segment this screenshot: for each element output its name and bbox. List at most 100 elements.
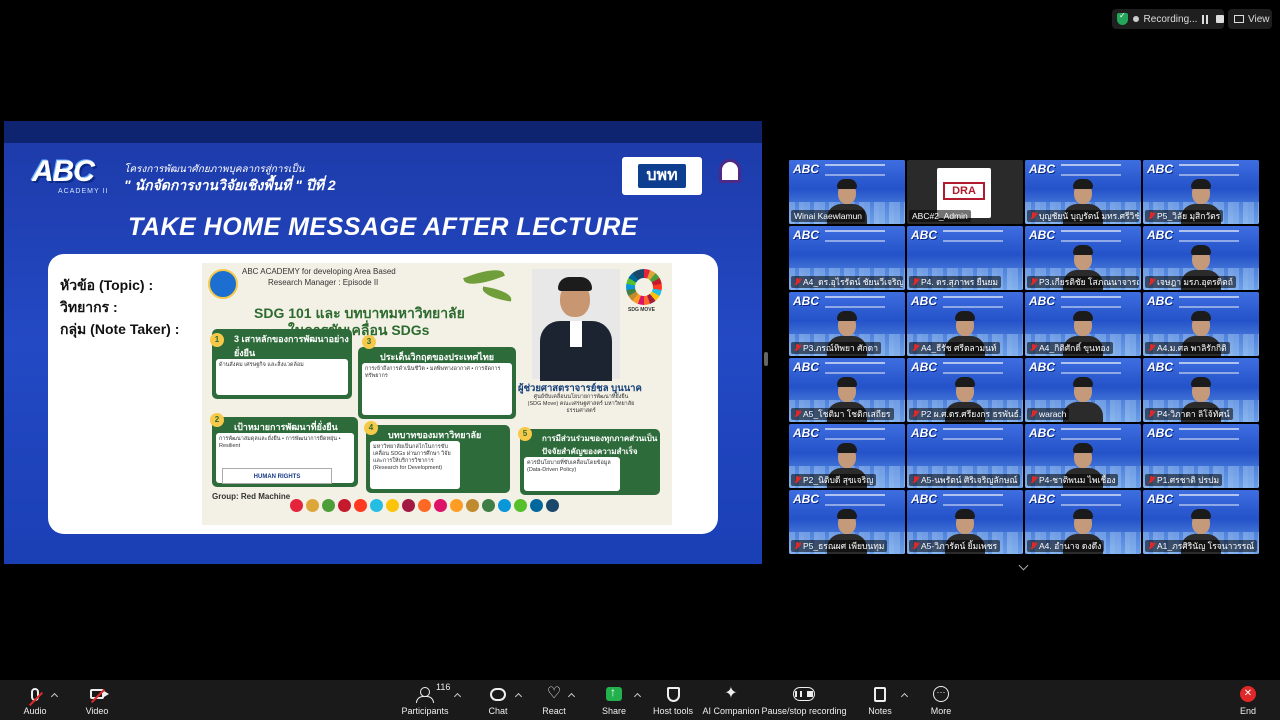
pause-recording-button[interactable]: Pause/stop recording [761, 684, 847, 718]
audio-button[interactable]: Audio [22, 684, 48, 718]
participant-name-tag: A4.ม.ศล พาลิรักกิติ [1145, 342, 1230, 354]
end-label: End [1239, 706, 1256, 716]
background-logo: ABC [793, 228, 819, 242]
participants-button[interactable]: 116 Participants [401, 682, 451, 718]
host-tools-button[interactable]: Host tools [653, 684, 693, 718]
participant-name-tag: A4_ธีรัช ศรีตลามนท์ [909, 342, 1000, 354]
background-text-lines [825, 296, 885, 308]
video-button[interactable]: Video [84, 684, 110, 718]
ai-companion-button[interactable]: ✦ AI Companion [702, 684, 760, 718]
notes-button[interactable]: Notes [868, 684, 892, 718]
background-text-lines [825, 362, 885, 374]
audio-options-caret-icon[interactable] [52, 692, 58, 698]
notes-options-caret-icon[interactable] [902, 692, 908, 698]
pause-icon[interactable] [1202, 14, 1211, 24]
mic-muted-icon [1148, 212, 1155, 220]
participant-tile[interactable]: ABC A4.ม.ศล พาลิรักกิติ [1143, 292, 1259, 356]
participant-tile[interactable]: ABC P4-ชาติพนม ไพเชื้อง [1025, 424, 1141, 488]
participant-tile[interactable]: ABC A4_กิติศักดิ์ ขุนทอง [1025, 292, 1141, 356]
participant-tile[interactable]: ABC P3.ภรณ์ทิพยา ศักดา [789, 292, 905, 356]
view-button[interactable]: View [1228, 9, 1272, 29]
participant-tile[interactable]: ABC P2 ผ.ศ.ดร.ศรียงกร ธรพันธ์... [907, 358, 1023, 422]
background-logo: ABC [1147, 492, 1173, 506]
react-options-caret-icon[interactable] [569, 692, 575, 698]
participants-count: 116 [436, 682, 451, 692]
background-logo: ABC [1029, 162, 1055, 176]
participant-tile[interactable]: DRA ABC#2_Admin [907, 160, 1023, 224]
chevron-down-icon[interactable] [1018, 562, 1030, 572]
background-text-lines [1061, 164, 1121, 176]
chat-options-caret-icon[interactable] [516, 692, 522, 698]
chat-icon [490, 687, 506, 701]
participant-tile[interactable]: ABC warach [1025, 358, 1141, 422]
participant-name: A4. อำนาจ ดงดึง [1039, 541, 1102, 551]
participant-tile[interactable]: ABC A5_โชติมา โชติกเสถียร [789, 358, 905, 422]
background-logo: ABC [1029, 426, 1055, 440]
sdg-icon-row [290, 499, 559, 512]
sdg-goal-icon [322, 499, 335, 512]
participant-name: P4-วิภาดา ลิโจ้ทัศน์ [1157, 409, 1230, 419]
participant-tile[interactable]: ABC A4_ธีรัช ศรีตลามนท์ [907, 292, 1023, 356]
participant-name: บุญชัยนั บุญรัตน์ มทร.ศรีวิชัย [1039, 211, 1139, 221]
participant-tile[interactable]: ABC A5-วิภารัตน์ ยิ้มเพชร [907, 490, 1023, 554]
participant-name-tag: P1.ศรชาติ ปรปม [1145, 474, 1223, 486]
shared-screen[interactable]: ABC ACADEMY II โครงการพัฒนาศักยภาพบุคลาก… [4, 121, 762, 564]
more-dots-icon: ··· [933, 686, 949, 702]
leaf-decoration-icon [481, 286, 513, 302]
background-logo: ABC [1147, 360, 1173, 374]
participant-name: A4.ม.ศล พาลิรักกิติ [1157, 343, 1227, 353]
participant-name: A4_กิติศักดิ์ ขุนทอง [1039, 343, 1110, 353]
camera-off-icon [90, 688, 109, 704]
participant-name-tag: A5_โชติมา โชติกเสถียร [791, 408, 894, 420]
recording-indicator[interactable]: Recording... [1112, 9, 1224, 29]
participant-tile[interactable]: ABC A5-นพรัตน์ ศิริเจริญลักษณ์ [907, 424, 1023, 488]
participant-name: P5_ธรณผศ เพียบนทุม [803, 541, 885, 551]
participants-options-caret-icon[interactable] [455, 692, 461, 698]
participant-name-tag: P4-วิภาดา ลิโจ้ทัศน์ [1145, 408, 1233, 420]
participant-tile[interactable]: ABC A4. อำนาจ ดงดึง [1025, 490, 1141, 554]
grid-view-icon [1234, 15, 1244, 23]
slide-title: TAKE HOME MESSAGE AFTER LECTURE [128, 213, 638, 241]
participant-name-tag: P3.เกียรติชัย โสภณนาจารณ์ [1027, 276, 1139, 288]
participant-tile[interactable]: ABC Winai Kaewlamun [789, 160, 905, 224]
participant-tile[interactable]: ABC P1.ศรชาติ ปรปม [1143, 424, 1259, 488]
participant-tile[interactable]: ABC P4. ดร.สุภาพร ยืนยม [907, 226, 1023, 290]
stop-icon[interactable] [1216, 15, 1224, 23]
sdg-goal-icon [434, 499, 447, 512]
mic-muted-icon [1148, 278, 1155, 286]
chat-button[interactable]: Chat [486, 684, 510, 718]
participant-tile[interactable]: ABC P3.เกียรติชัย โสภณนาจารณ์ [1025, 226, 1141, 290]
background-text-lines [825, 494, 885, 506]
background-text-lines [943, 296, 1003, 308]
recording-dot-icon [1132, 16, 1139, 22]
more-button[interactable]: ··· More [930, 684, 952, 718]
participant-tile[interactable]: ABC P5_วิลัย มุสิกวัตร [1143, 160, 1259, 224]
heart-icon: ♡ [546, 685, 562, 702]
mic-muted-icon [794, 542, 801, 550]
audio-label: Audio [23, 706, 47, 716]
participant-tile[interactable]: ABC บุญชัยนั บุญรัตน์ มทร.ศรีวิชัย [1025, 160, 1141, 224]
background-text-lines [1061, 494, 1121, 506]
share-options-caret-icon[interactable] [635, 692, 641, 698]
background-text-lines [1061, 296, 1121, 308]
background-logo: ABC [911, 294, 937, 308]
participant-tile[interactable]: ABC A1_ภรศิรินัญ โรจนาวรรณ์ [1143, 490, 1259, 554]
participant-tile[interactable]: ABC เจษฎา มรภ.อุตรดิตถ์ [1143, 226, 1259, 290]
ai-companion-label: AI Companion [702, 706, 760, 716]
participant-tile[interactable]: ABC P4-วิภาดา ลิโจ้ทัศน์ [1143, 358, 1259, 422]
speaker-affiliation: ศูนย์ขับเคลื่อนนโยบายการพัฒนาที่ยั่งยืน … [527, 394, 635, 414]
background-text-lines [943, 428, 1003, 440]
react-button[interactable]: ♡ React [542, 684, 566, 718]
mic-muted-icon [1030, 542, 1037, 550]
end-button[interactable]: ✕ End [1238, 684, 1258, 718]
note-number-1: 1 [210, 333, 224, 347]
panel-splitter-handle[interactable] [764, 352, 768, 366]
participant-tile[interactable]: ABC P5_ธรณผศ เพียบนทุม [789, 490, 905, 554]
participant-tile[interactable]: ABC A4_ดร.อุไรรัตน์ ชัยนวีเจริญ [789, 226, 905, 290]
slide-labels: หัวข้อ (Topic) : วิทยากร : กลุ่ม (Note T… [60, 274, 179, 340]
participant-name-tag: warach [1027, 408, 1070, 420]
background-text-lines [943, 362, 1003, 374]
share-button[interactable]: Share [602, 684, 626, 718]
participant-tile[interactable]: ABC P2_นิติบดี สุขเจริญ [789, 424, 905, 488]
background-logo: ABC [1029, 360, 1055, 374]
